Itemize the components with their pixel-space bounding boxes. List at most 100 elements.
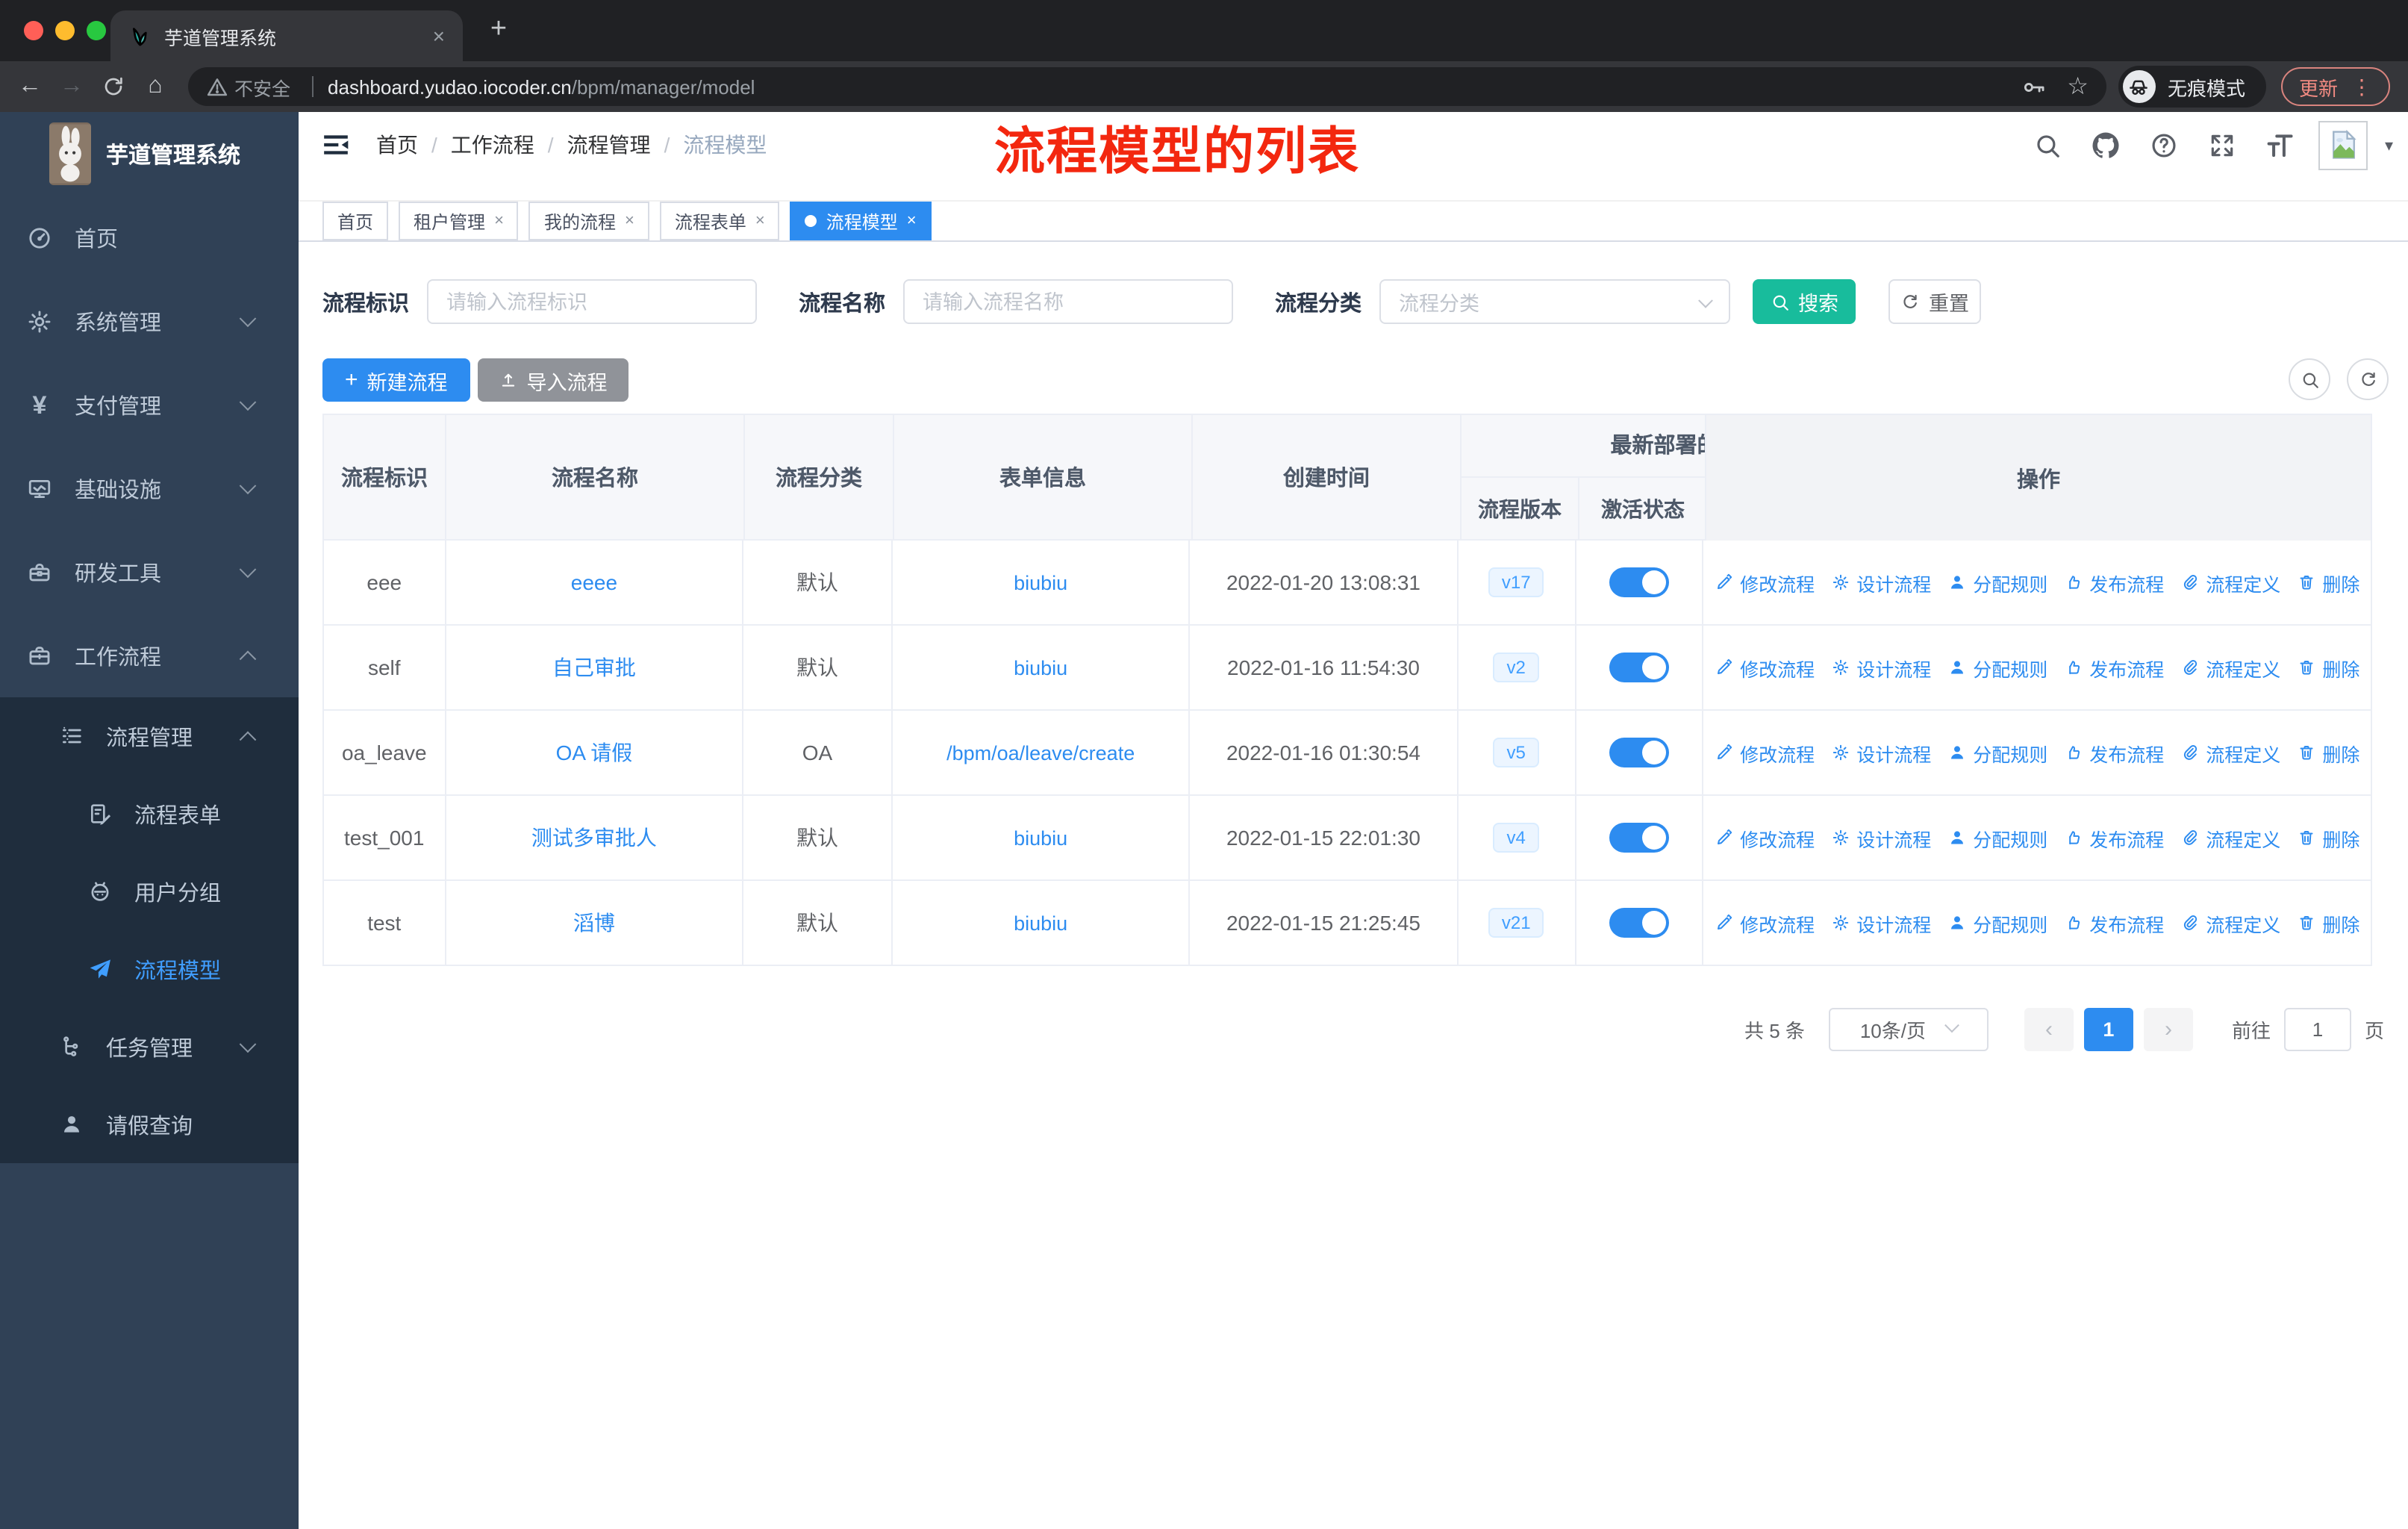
- assign-rule-link[interactable]: 分配规则: [1947, 909, 2047, 937]
- breadcrumb-process-mgmt[interactable]: 流程管理: [567, 130, 684, 160]
- process-name-link[interactable]: 自己审批: [552, 653, 636, 682]
- back-icon[interactable]: ←: [9, 66, 51, 108]
- assign-rule-link[interactable]: 分配规则: [1947, 653, 2047, 682]
- close-icon[interactable]: ×: [625, 212, 634, 230]
- url-text[interactable]: dashboard.yudao.iocoder.cn/bpm/manager/m…: [328, 75, 2009, 98]
- publish-process-link[interactable]: 发布流程: [2064, 653, 2164, 682]
- sidebar-item-devtools[interactable]: 研发工具: [0, 530, 299, 614]
- tab-close-icon[interactable]: ×: [433, 24, 445, 48]
- search-button[interactable]: 搜索: [1753, 279, 1856, 324]
- assign-rule-link[interactable]: 分配规则: [1947, 568, 2047, 597]
- form-link[interactable]: biubiu: [1014, 826, 1067, 849]
- modify-process-link[interactable]: 修改流程: [1715, 568, 1815, 597]
- tag-home[interactable]: 首页: [322, 202, 389, 240]
- breadcrumb-home[interactable]: 首页: [376, 130, 451, 160]
- tag-process-form[interactable]: 流程表单 ×: [659, 202, 780, 240]
- publish-process-link[interactable]: 发布流程: [2064, 568, 2164, 597]
- hamburger-icon[interactable]: [319, 128, 352, 161]
- help-icon[interactable]: [2142, 122, 2186, 167]
- tag-process-model[interactable]: 流程模型 ×: [790, 202, 932, 240]
- prev-page-button[interactable]: ‹: [2024, 1008, 2074, 1051]
- process-name-link[interactable]: 滔博: [573, 908, 615, 938]
- avatar-caret-icon[interactable]: ▾: [2385, 135, 2393, 155]
- process-definition-link[interactable]: 流程定义: [2180, 653, 2280, 682]
- delete-link[interactable]: 删除: [2297, 738, 2359, 767]
- key-icon[interactable]: [2021, 74, 2046, 99]
- sidebar-item-infra[interactable]: 基础设施: [0, 446, 299, 530]
- process-name-link[interactable]: 测试多审批人: [531, 823, 657, 853]
- tag-tenant[interactable]: 租户管理 ×: [399, 202, 519, 240]
- version-badge[interactable]: v21: [1488, 908, 1544, 938]
- reload-icon[interactable]: [93, 66, 134, 108]
- active-toggle[interactable]: [1609, 738, 1669, 767]
- publish-process-link[interactable]: 发布流程: [2064, 823, 2164, 852]
- sidebar-item-task-mgmt[interactable]: 任务管理: [0, 1008, 299, 1086]
- goto-page-input[interactable]: [2283, 1008, 2351, 1051]
- security-label[interactable]: 不安全: [234, 72, 290, 101]
- page-size-select[interactable]: 10条/页: [1828, 1008, 1989, 1051]
- delete-link[interactable]: 删除: [2297, 653, 2359, 682]
- modify-process-link[interactable]: 修改流程: [1715, 653, 1815, 682]
- process-key-input[interactable]: [427, 279, 757, 324]
- assign-rule-link[interactable]: 分配规则: [1947, 738, 2047, 767]
- new-tab-button[interactable]: +: [481, 12, 517, 48]
- category-select[interactable]: 流程分类: [1379, 279, 1730, 324]
- browser-menu-icon[interactable]: ⋮: [2351, 74, 2372, 99]
- browser-update-button[interactable]: 更新 ⋮: [2280, 67, 2390, 106]
- publish-process-link[interactable]: 发布流程: [2064, 738, 2164, 767]
- delete-link[interactable]: 删除: [2297, 823, 2359, 852]
- process-name-link[interactable]: eeee: [571, 570, 617, 594]
- design-process-link[interactable]: 设计流程: [1831, 738, 1931, 767]
- sidebar-item-user-group[interactable]: 用户分组: [0, 853, 299, 930]
- reset-button[interactable]: 重置: [1888, 279, 1981, 324]
- home-icon[interactable]: ⌂: [134, 66, 176, 108]
- sidebar-logo[interactable]: 芋道管理系统: [0, 112, 299, 196]
- delete-link[interactable]: 删除: [2297, 909, 2359, 937]
- process-definition-link[interactable]: 流程定义: [2180, 909, 2280, 937]
- show-search-button[interactable]: [2289, 358, 2330, 400]
- current-page[interactable]: 1: [2083, 1008, 2133, 1051]
- fullscreen-icon[interactable]: [2200, 122, 2245, 167]
- process-name-input[interactable]: [903, 279, 1233, 324]
- sidebar-item-workflow[interactable]: 工作流程: [0, 614, 299, 697]
- process-name-link[interactable]: OA 请假: [556, 738, 633, 767]
- active-toggle[interactable]: [1609, 653, 1669, 682]
- design-process-link[interactable]: 设计流程: [1831, 909, 1931, 937]
- form-link[interactable]: biubiu: [1014, 571, 1067, 594]
- insecure-warning-icon[interactable]: [206, 75, 228, 98]
- active-toggle[interactable]: [1609, 823, 1669, 853]
- tag-my-process[interactable]: 我的流程 ×: [528, 202, 649, 240]
- modify-process-link[interactable]: 修改流程: [1715, 738, 1815, 767]
- sidebar-item-leave-query[interactable]: 请假查询: [0, 1086, 299, 1163]
- active-toggle[interactable]: [1609, 908, 1669, 938]
- design-process-link[interactable]: 设计流程: [1831, 568, 1931, 597]
- import-process-button[interactable]: 导入流程: [477, 358, 628, 402]
- publish-process-link[interactable]: 发布流程: [2064, 909, 2164, 937]
- close-icon[interactable]: ×: [494, 212, 504, 230]
- modify-process-link[interactable]: 修改流程: [1715, 909, 1815, 937]
- close-icon[interactable]: ×: [755, 212, 765, 230]
- form-link[interactable]: /bpm/oa/leave/create: [946, 741, 1135, 764]
- design-process-link[interactable]: 设计流程: [1831, 653, 1931, 682]
- form-link[interactable]: biubiu: [1014, 656, 1067, 679]
- github-icon[interactable]: [2083, 122, 2128, 167]
- sidebar-item-home[interactable]: 首页: [0, 196, 299, 279]
- traffic-light-minimize[interactable]: [55, 21, 75, 40]
- create-process-button[interactable]: + 新建流程: [322, 358, 470, 402]
- delete-link[interactable]: 删除: [2297, 568, 2359, 597]
- breadcrumb-workflow[interactable]: 工作流程: [451, 130, 567, 160]
- design-process-link[interactable]: 设计流程: [1831, 823, 1931, 852]
- version-badge[interactable]: v5: [1493, 738, 1539, 767]
- process-definition-link[interactable]: 流程定义: [2180, 568, 2280, 597]
- version-badge[interactable]: v2: [1493, 653, 1539, 682]
- sidebar-item-process-model[interactable]: 流程模型: [0, 930, 299, 1008]
- bookmark-star-icon[interactable]: ☆: [2067, 72, 2089, 102]
- avatar[interactable]: [2318, 120, 2368, 169]
- browser-tab[interactable]: 芋道管理系统 ×: [110, 10, 463, 61]
- version-badge[interactable]: v4: [1493, 823, 1539, 853]
- search-icon[interactable]: [2025, 122, 2070, 167]
- address-bar[interactable]: 不安全 dashboard.yudao.iocoder.cn/bpm/manag…: [188, 67, 2106, 106]
- close-icon[interactable]: ×: [907, 212, 917, 230]
- forward-icon[interactable]: →: [51, 66, 93, 108]
- active-toggle[interactable]: [1609, 567, 1669, 597]
